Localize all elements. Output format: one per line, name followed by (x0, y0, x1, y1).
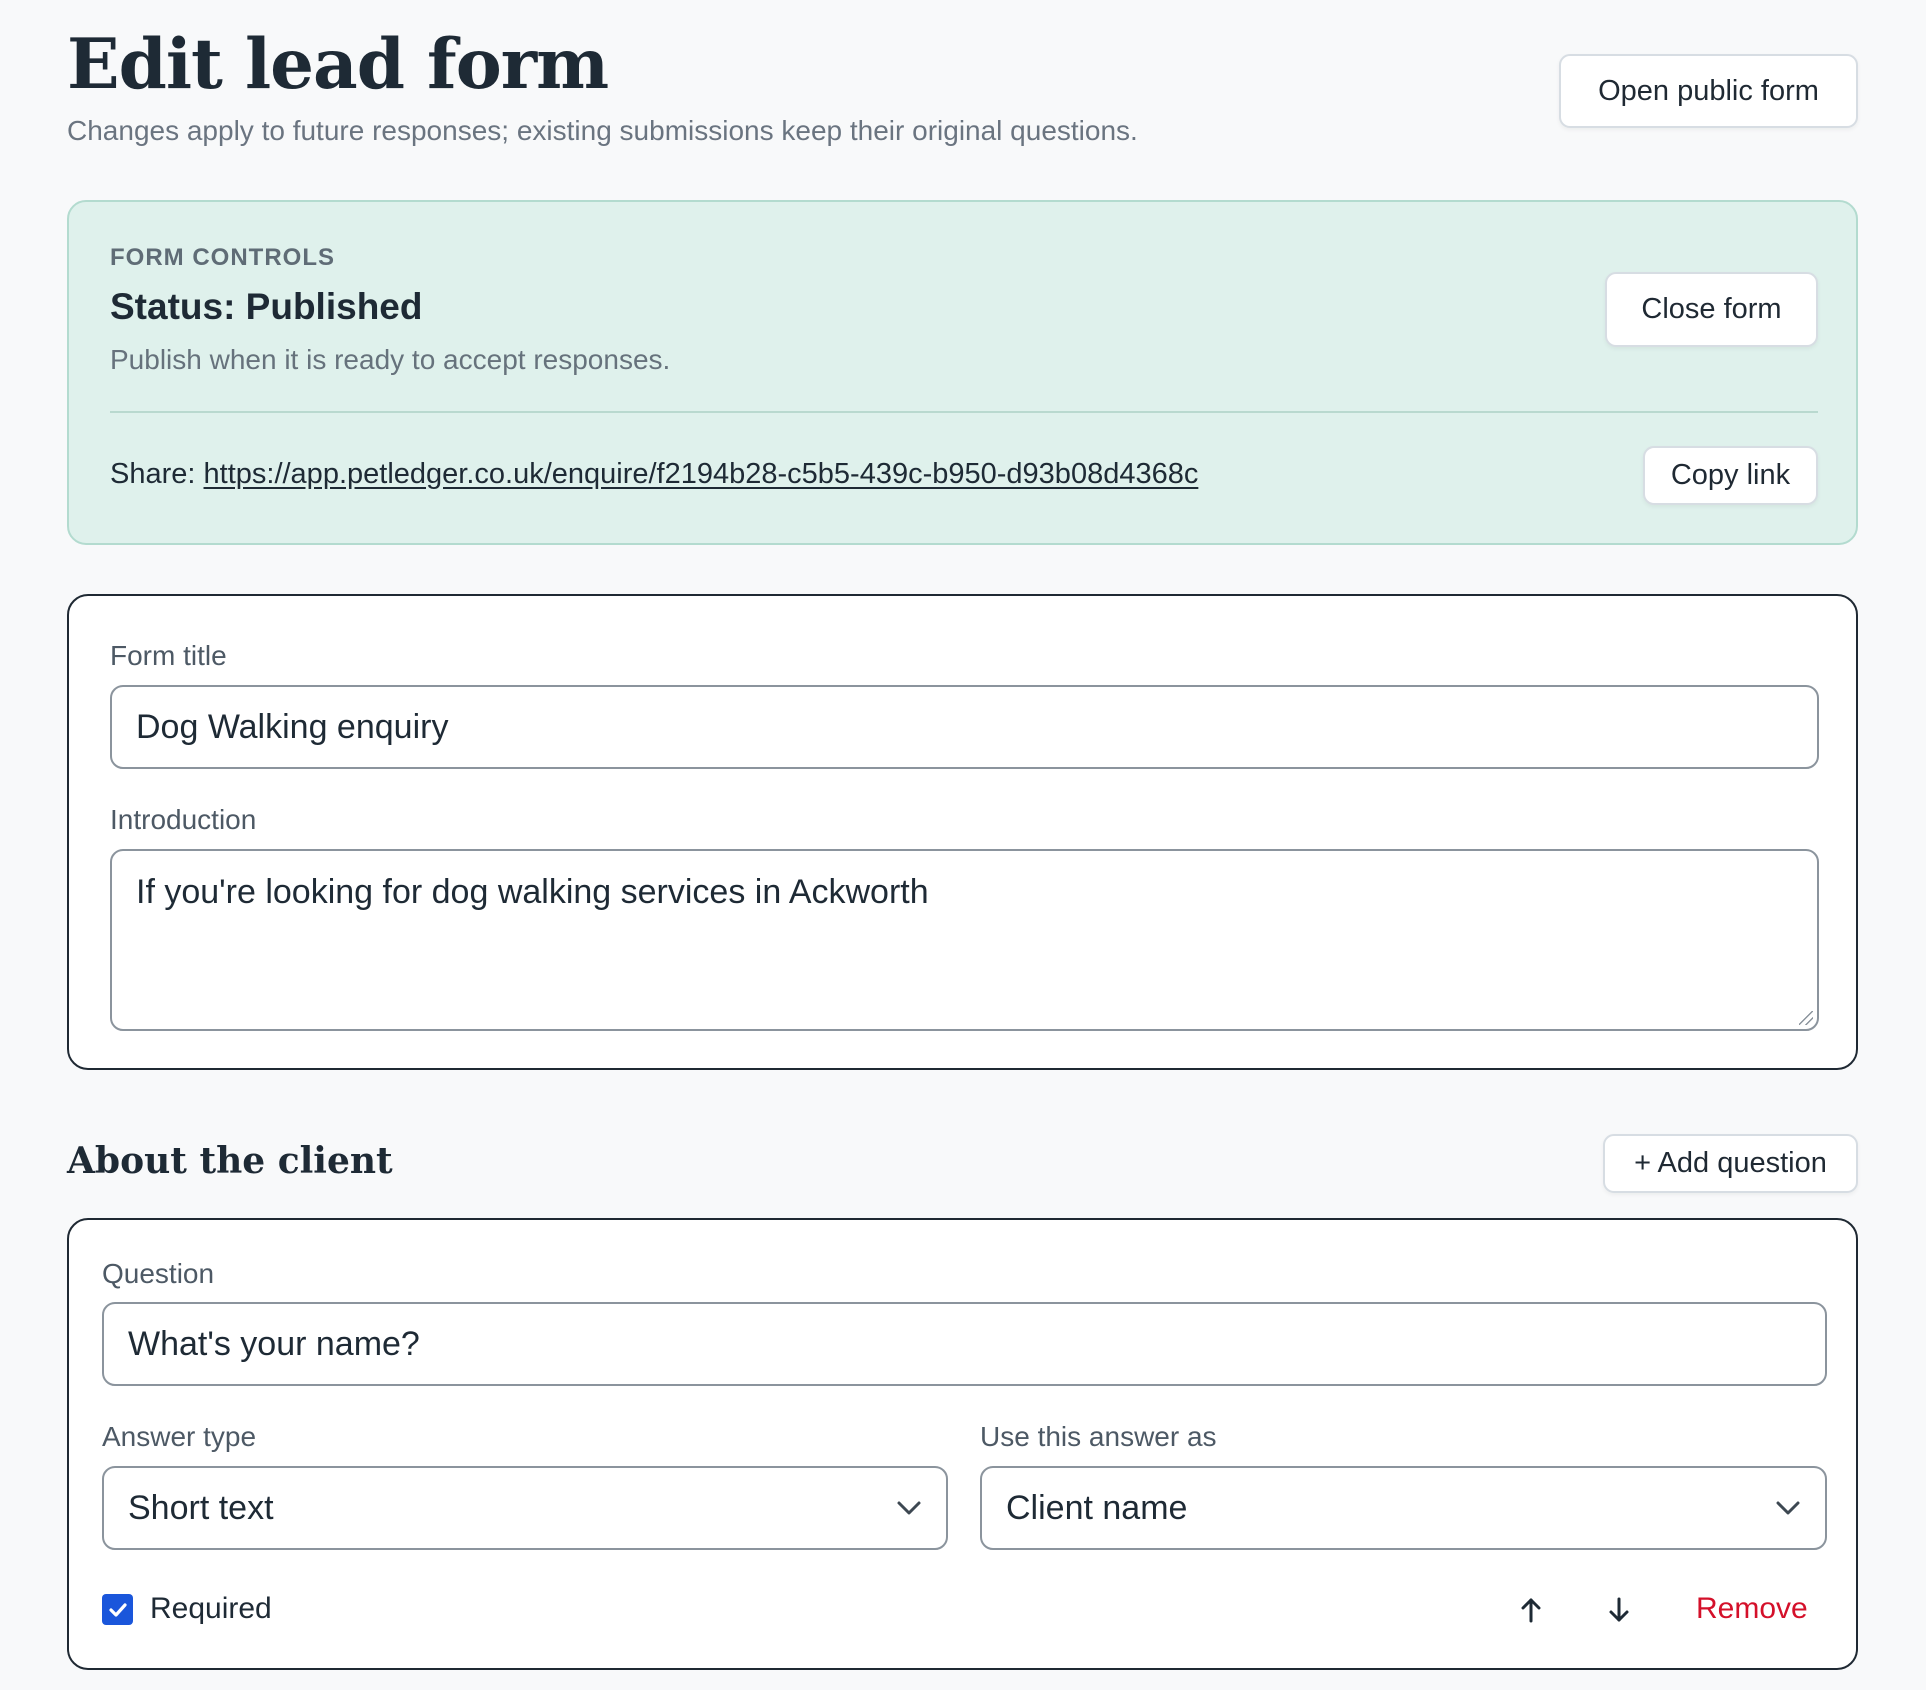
form-controls-panel: FORM CONTROLS Status: Published Publish … (67, 200, 1858, 545)
chevron-down-icon (897, 1501, 921, 1515)
chevron-down-icon (1776, 1501, 1800, 1515)
introduction-textarea[interactable]: If you're looking for dog walking servic… (110, 849, 1819, 1031)
open-public-form-button[interactable]: Open public form (1559, 54, 1858, 128)
required-checkbox[interactable] (102, 1594, 133, 1625)
arrow-down-icon (1609, 1597, 1629, 1622)
remove-question-button[interactable]: Remove (1696, 1592, 1808, 1626)
use-answer-as-label: Use this answer as (980, 1421, 1217, 1452)
form-status: Status: Published (110, 286, 423, 327)
copy-link-button[interactable]: Copy link (1643, 446, 1818, 505)
answer-type-value: Short text (128, 1488, 274, 1527)
use-answer-as-value: Client name (1006, 1488, 1188, 1527)
add-question-button[interactable]: + Add question (1603, 1134, 1858, 1193)
close-form-button[interactable]: Close form (1605, 272, 1818, 347)
page-title: Edit lead form (67, 24, 609, 105)
form-details-card: Form title Dog Walking enquiry Introduct… (67, 594, 1858, 1070)
share-row: Share: https://app.petledger.co.uk/enqui… (110, 458, 1198, 491)
share-label: Share: (110, 458, 196, 490)
page-subtitle: Changes apply to future responses; exist… (67, 115, 1138, 146)
section-title: About the client (67, 1140, 393, 1182)
move-up-button[interactable] (1509, 1588, 1553, 1632)
form-title-value: Dog Walking enquiry (136, 707, 449, 746)
edit-lead-form-page: Edit lead form Changes apply to future r… (0, 0, 1926, 1690)
share-url-link[interactable]: https://app.petledger.co.uk/enquire/f219… (204, 458, 1199, 490)
resize-handle-icon[interactable] (1799, 1011, 1813, 1025)
form-controls-heading: FORM CONTROLS (110, 244, 335, 271)
question-input[interactable]: What's your name? (102, 1302, 1827, 1386)
move-down-button[interactable] (1597, 1588, 1641, 1632)
answer-type-select[interactable]: Short text (102, 1466, 948, 1550)
answer-type-label: Answer type (102, 1421, 257, 1452)
introduction-label: Introduction (110, 804, 257, 835)
use-answer-as-select[interactable]: Client name (980, 1466, 1827, 1550)
form-title-label: Form title (110, 640, 227, 671)
question-label: Question (102, 1258, 215, 1289)
question-value: What's your name? (128, 1324, 420, 1363)
divider (110, 411, 1818, 413)
check-icon (108, 1602, 127, 1617)
arrow-up-icon (1521, 1598, 1541, 1623)
required-label[interactable]: Required (150, 1592, 272, 1626)
form-title-input[interactable]: Dog Walking enquiry (110, 685, 1819, 769)
question-card: Question What's your name? Answer type S… (67, 1218, 1858, 1670)
status-hint: Publish when it is ready to accept respo… (110, 344, 671, 375)
introduction-value: If you're looking for dog walking servic… (136, 873, 929, 911)
